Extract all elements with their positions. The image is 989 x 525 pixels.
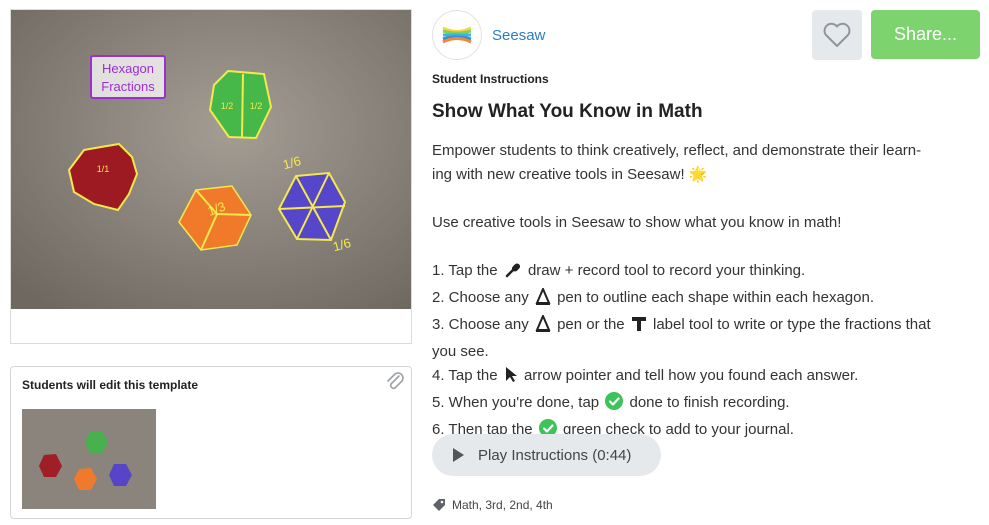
step-5: 5. When you're done, tap done to finish …	[432, 391, 980, 418]
play-icon	[453, 448, 464, 462]
activity-photo: Hexagon Fractions 1/1 1/2 1/2 1/3 1/6 1/…	[11, 10, 411, 309]
fraction-label-1-2-right: 1/2	[250, 101, 263, 111]
paperclip-icon	[385, 371, 405, 393]
template-thumbnail[interactable]	[22, 409, 156, 509]
template-title: Students will edit this template	[22, 378, 199, 392]
seesaw-logo-icon	[432, 10, 482, 60]
step-3-continued: you see.	[432, 343, 489, 360]
pen-icon	[535, 286, 551, 313]
activity-image-frame: Hexagon Fractions 1/1 1/2 1/2 1/3 1/6 1/…	[10, 9, 412, 344]
favorite-button[interactable]	[812, 10, 862, 60]
fraction-label-1-1: 1/1	[97, 164, 110, 174]
svg-text:Fractions: Fractions	[101, 79, 155, 94]
svg-text:Hexagon: Hexagon	[102, 61, 154, 76]
section-label: Student Instructions	[432, 72, 549, 86]
activity-title: Show What You Know in Math	[432, 101, 703, 122]
step-1: 1. Tap the draw + record tool to record …	[432, 259, 980, 286]
tag-icon	[433, 499, 445, 511]
label-tool-icon	[631, 316, 647, 340]
step-3: 3. Choose any pen or the label tool to w…	[432, 313, 980, 340]
tags-row: Math, 3rd, 2nd, 4th	[432, 498, 553, 512]
intro-line-1: Empower students to think creatively, re…	[432, 142, 922, 159]
intro-line-2: ing with new creative tools in Seesaw!	[432, 166, 685, 183]
star-emoji-icon: 🌟	[688, 166, 708, 183]
instructions-text: Empower students to think creatively, re…	[432, 139, 980, 445]
template-card[interactable]: Students will edit this template	[10, 366, 412, 519]
heart-icon	[823, 22, 851, 47]
brand-header[interactable]: Seesaw	[432, 10, 545, 60]
fraction-label-1-2-left: 1/2	[221, 101, 234, 111]
play-instructions-button[interactable]: Play Instructions (0:44)	[432, 434, 661, 476]
goal-text: Use creative tools in Seesaw to show wha…	[432, 214, 842, 231]
pen-icon	[535, 313, 551, 340]
microphone-icon	[504, 262, 522, 286]
play-instructions-label: Play Instructions (0:44)	[478, 446, 632, 464]
step-4: 4. Tap the arrow pointer and tell how yo…	[432, 364, 980, 391]
arrow-pointer-icon	[504, 366, 518, 391]
tags-text: Math, 3rd, 2nd, 4th	[452, 498, 553, 512]
share-button[interactable]: Share...	[871, 10, 980, 59]
green-check-icon	[605, 392, 624, 418]
brand-link[interactable]: Seesaw	[492, 27, 545, 44]
step-2: 2. Choose any pen to outline each shape …	[432, 286, 980, 313]
